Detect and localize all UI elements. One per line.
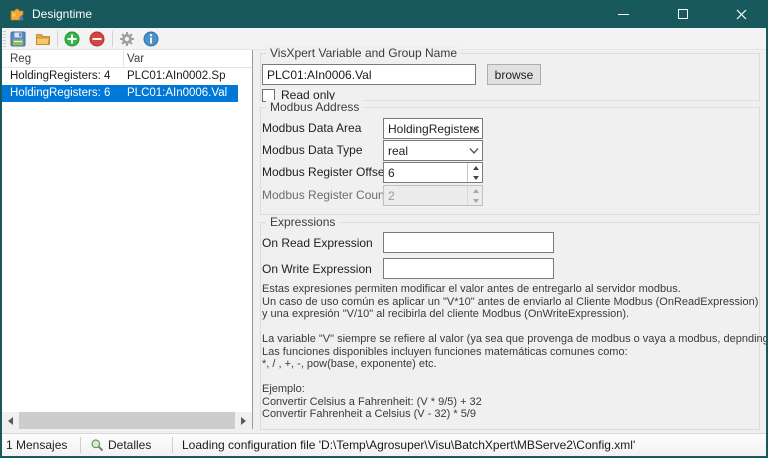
help-line: Convertir Fahrenheit a Celsius (V - 32) … — [262, 408, 476, 420]
messages-button[interactable]: 1 Mensajes — [6, 438, 67, 452]
combo-value: HoldingRegisters — [388, 122, 480, 136]
magnifier-icon — [91, 439, 104, 452]
scroll-left-icon — [8, 416, 13, 425]
statusbar-separator — [80, 437, 81, 453]
spin-down-button — [468, 196, 483, 205]
add-button[interactable] — [62, 29, 82, 49]
cell-var: PLC01:AIn0002.Sp — [127, 70, 226, 82]
chevron-down-icon — [469, 148, 479, 155]
list-row-selected[interactable]: HoldingRegisters: 6 PLC01:AIn0006.Val — [2, 85, 238, 102]
info-icon — [143, 31, 159, 47]
toolbar-separator — [112, 31, 113, 47]
help-line — [262, 371, 756, 384]
close-icon — [736, 9, 746, 19]
down-arrow-icon — [472, 198, 479, 203]
scrollbar-thumb[interactable] — [19, 412, 235, 429]
minimize-icon — [617, 13, 629, 15]
help-line: Ejemplo: — [262, 383, 305, 395]
minimize-button[interactable] — [600, 0, 646, 28]
spinner-buttons — [467, 163, 482, 182]
status-message-text: Loading configuration file 'D:\Temp\Agro… — [182, 438, 636, 452]
puzzle-icon — [10, 8, 24, 21]
help-line: La variable "V" siempre se refiere al va… — [262, 333, 768, 345]
spinner-value: 6 — [388, 166, 395, 180]
modbus-data-type-label: Modbus Data Type — [262, 143, 363, 157]
remove-button[interactable] — [87, 29, 107, 49]
up-arrow-icon — [472, 188, 479, 193]
spinner-buttons — [467, 186, 482, 205]
title-bar[interactable]: Designtime — [0, 0, 768, 28]
combo-value: real — [388, 144, 409, 158]
chevron-down-icon — [469, 126, 479, 133]
status-bar: 1 Mensajes Detalles Loading configuratio… — [0, 433, 768, 456]
app-window: Designtime Reg Var HoldingRegisters: 4 P… — [0, 0, 768, 458]
modbus-register-offset-spinner[interactable]: 6 — [383, 162, 483, 183]
window-border — [0, 0, 2, 458]
statusbar-separator — [172, 437, 173, 453]
scroll-right-icon — [241, 416, 246, 425]
settings-button[interactable] — [117, 29, 137, 49]
spin-up-button — [468, 186, 483, 195]
close-button[interactable] — [718, 0, 764, 28]
on-write-expression-label: On Write Expression — [262, 262, 372, 276]
group-expressions-title: Expressions — [266, 215, 340, 229]
toolbar-separator — [57, 31, 58, 47]
modbus-data-type-combo[interactable]: real — [383, 140, 483, 161]
remove-minus-icon — [89, 31, 105, 47]
on-write-expression-input[interactable] — [383, 258, 554, 279]
save-floppy-icon — [10, 31, 26, 47]
maximize-button[interactable] — [660, 0, 706, 28]
open-folder-icon — [36, 34, 51, 45]
modbus-register-count-label: Modbus Register Count — [262, 188, 389, 202]
help-line: *, / , +, -, pow(base, exponente) etc. — [262, 358, 437, 370]
modbus-data-area-label: Modbus Data Area — [262, 121, 362, 135]
modbus-data-area-combo[interactable]: HoldingRegisters — [383, 118, 483, 139]
register-list: Reg Var HoldingRegisters: 4 PLC01:AIn000… — [2, 50, 253, 429]
help-line: Un caso de uso común es aplicar un "V*10… — [262, 295, 759, 308]
help-line — [262, 321, 756, 334]
list-row[interactable]: HoldingRegisters: 4 PLC01:AIn0002.Sp — [2, 68, 238, 85]
expressions-help-text: Estas expresiones permiten modificar el … — [262, 283, 768, 421]
scroll-right-button[interactable] — [235, 412, 252, 429]
modbus-register-count-spinner: 2 — [383, 185, 483, 206]
spinner-value: 2 — [388, 189, 395, 203]
help-line: Convertir Celsius a Fahrenheit: (V * 9/5… — [262, 395, 482, 408]
horizontal-scrollbar[interactable] — [2, 412, 252, 429]
spin-down-button[interactable] — [468, 173, 483, 182]
toolbar-gripper[interactable] — [3, 31, 6, 47]
detail-panel: VisXpert Variable and Group Name browse … — [253, 46, 768, 433]
cell-reg: HoldingRegisters: 6 — [10, 87, 111, 99]
column-header-var[interactable]: Var — [127, 53, 144, 65]
messages-label: 1 Mensajes — [6, 438, 68, 452]
cell-var: PLC01:AIn0006.Val — [127, 87, 228, 99]
group-visxpert-title: VisXpert Variable and Group Name — [266, 46, 461, 60]
save-button[interactable] — [8, 29, 28, 49]
column-divider[interactable] — [123, 50, 124, 68]
settings-gear-icon — [120, 32, 134, 46]
info-button[interactable] — [141, 29, 161, 49]
add-plus-icon — [64, 31, 80, 47]
list-header: Reg Var — [2, 50, 252, 68]
help-line: y una expresión "V/10" al recibirla del … — [262, 308, 630, 320]
modbus-register-offset-label: Modbus Register Offset — [262, 165, 388, 179]
window-title: Designtime — [32, 7, 93, 21]
browse-button[interactable]: browse — [487, 64, 541, 85]
help-line: Las funciones disponibles incluyen funci… — [262, 345, 628, 358]
details-button[interactable]: Detalles — [90, 438, 151, 452]
status-message: Loading configuration file 'D:\Temp\Agro… — [182, 438, 635, 452]
variable-name-input[interactable] — [262, 64, 476, 85]
details-label: Detalles — [108, 438, 152, 452]
group-modbus-title: Modbus Address — [266, 100, 364, 114]
column-header-reg[interactable]: Reg — [10, 53, 31, 65]
cell-reg: HoldingRegisters: 4 — [10, 70, 111, 82]
open-button[interactable] — [33, 29, 53, 49]
on-read-expression-label: On Read Expression — [262, 236, 373, 250]
down-arrow-icon — [472, 175, 479, 180]
scroll-left-button[interactable] — [2, 412, 19, 429]
spin-up-button[interactable] — [468, 163, 483, 172]
on-read-expression-input[interactable] — [383, 232, 554, 253]
help-line: Estas expresiones permiten modificar el … — [262, 283, 681, 295]
up-arrow-icon — [472, 165, 479, 170]
maximize-icon — [678, 9, 688, 19]
